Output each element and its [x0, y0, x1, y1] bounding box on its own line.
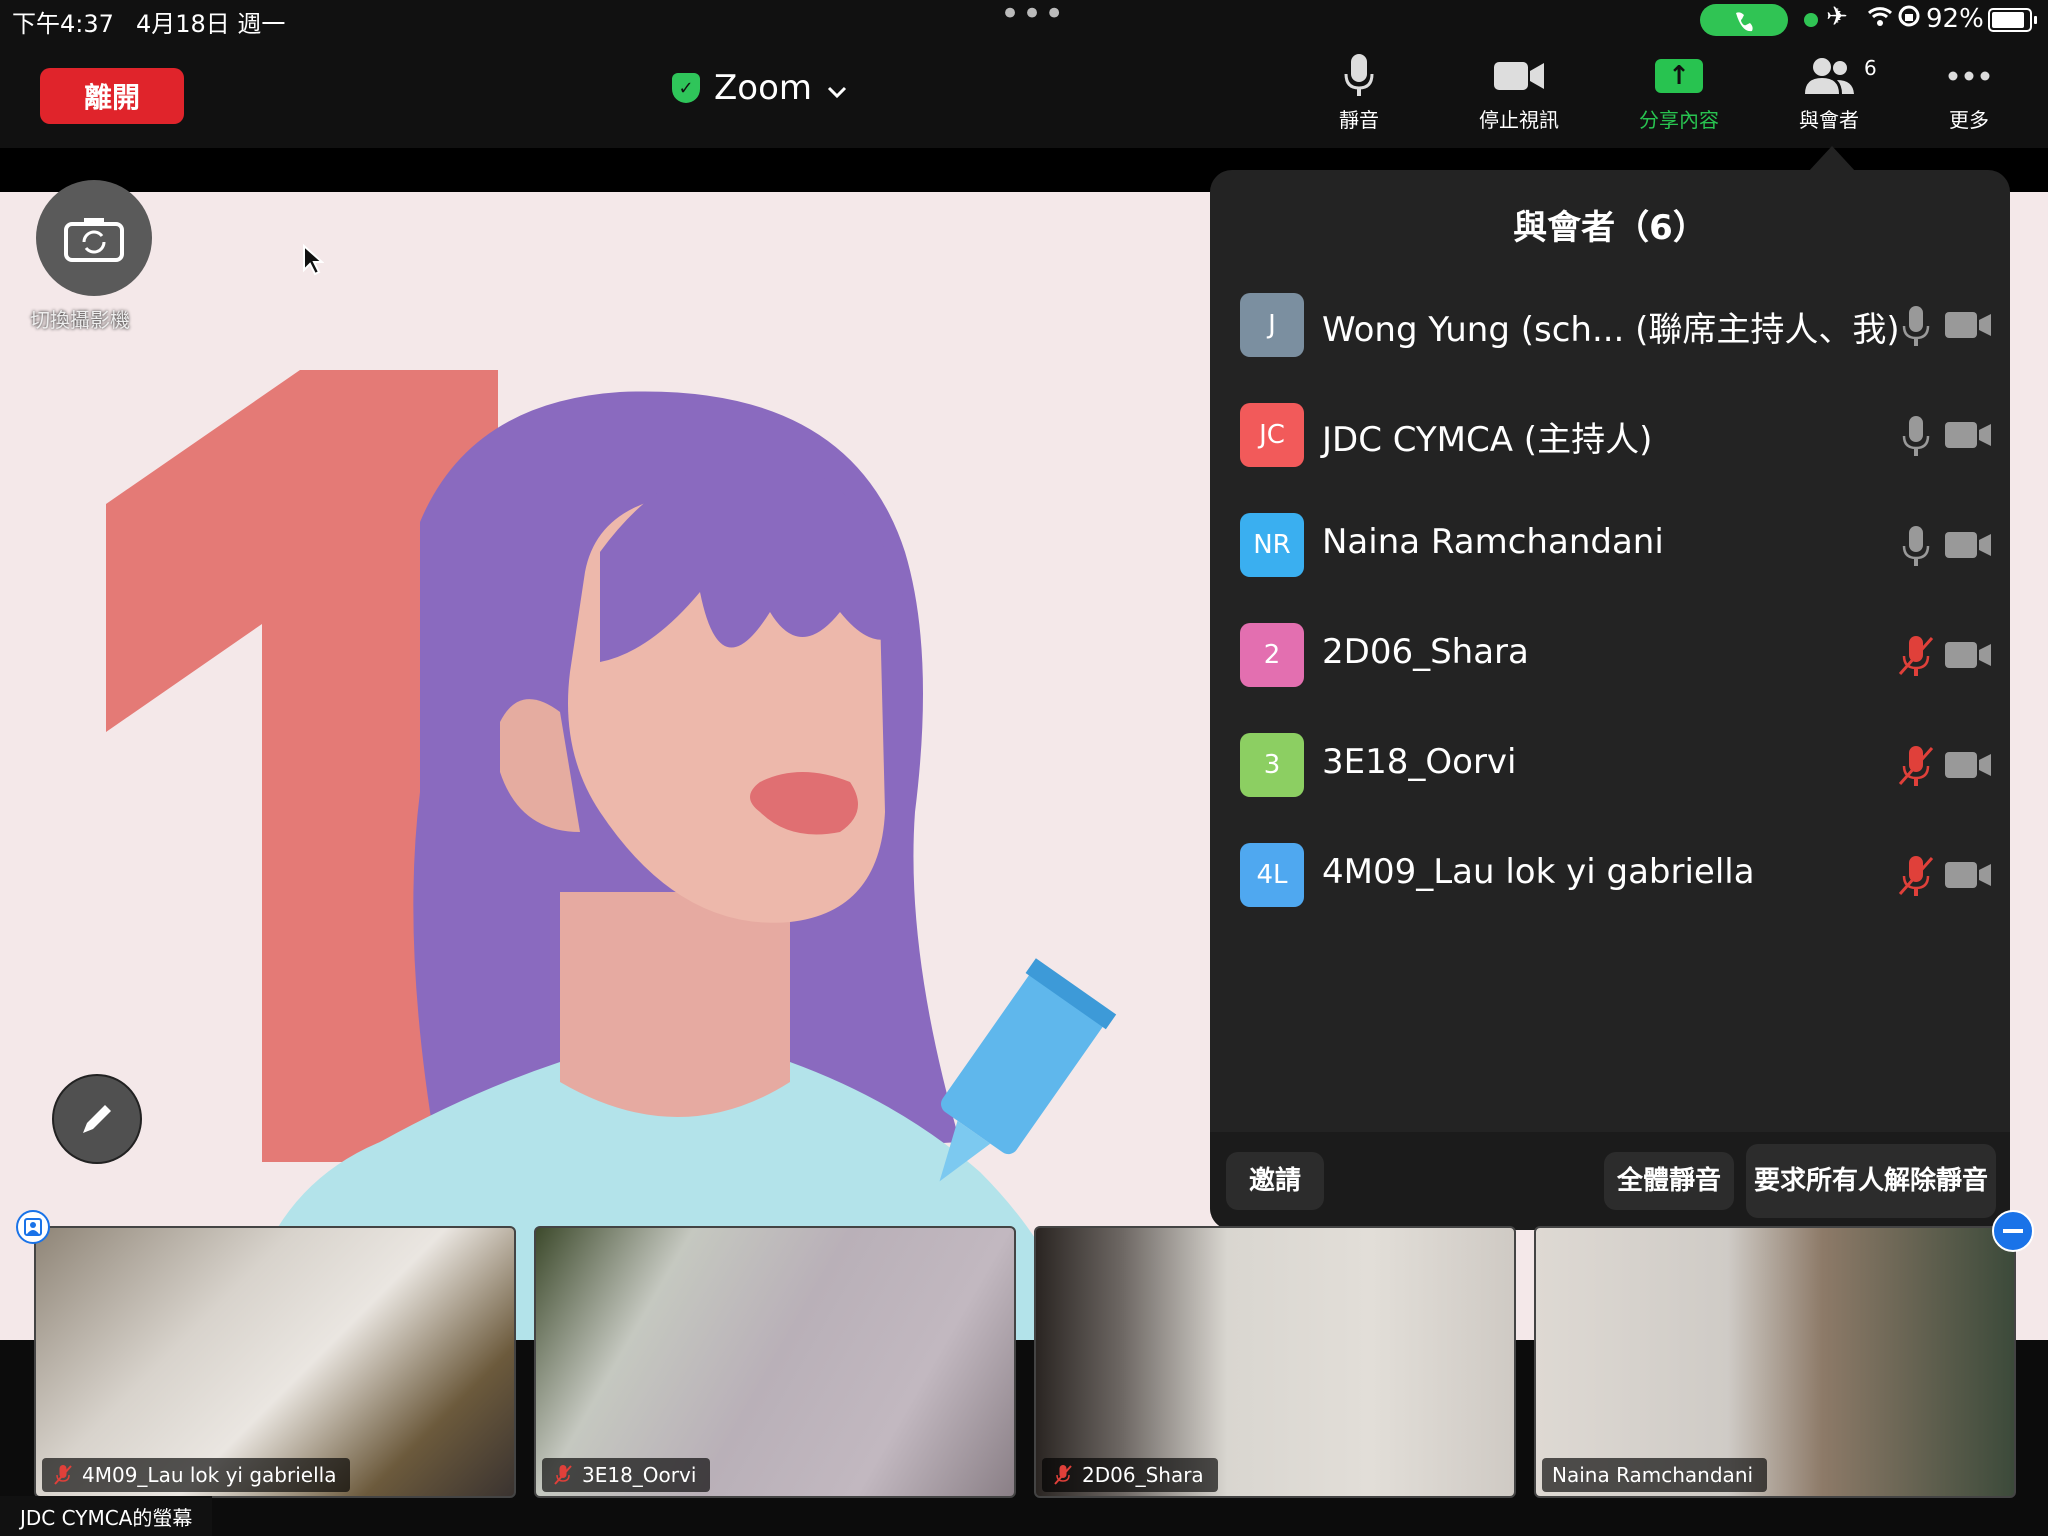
airplane-mode-icon: ✈: [1826, 2, 1848, 32]
pencil-icon: [83, 1105, 111, 1133]
video-tile-name-label: Naina Ramchandani: [1542, 1458, 1768, 1492]
encryption-shield-icon: ✓: [672, 73, 700, 103]
video-camera-icon[interactable]: [1944, 420, 1992, 450]
leave-button[interactable]: 離開: [40, 68, 184, 124]
battery-percentage: 92%: [1926, 4, 1984, 34]
avatar: 4L: [1240, 843, 1304, 907]
stop-video-button[interactable]: 停止視訊: [1454, 52, 1584, 132]
participants-panel: 與會者（6） J Wong Yung (sch... (聯席主持人、我) JC …: [1210, 170, 2010, 1230]
video-tile-name-label: 4M09_Lau lok yi gabriella: [42, 1458, 351, 1492]
microphone-icon[interactable]: [1894, 304, 1938, 348]
more-dots-icon: [1904, 52, 2034, 100]
video-camera-icon[interactable]: [1944, 750, 1992, 780]
status-date: 4月18日 週一: [136, 10, 286, 38]
share-content-button[interactable]: ↑ 分享內容: [1614, 52, 1744, 132]
video-camera-icon[interactable]: [1944, 530, 1992, 560]
video-tile-name: 4M09_Lau lok yi gabriella: [82, 1463, 337, 1487]
video-tile-name-label: 2D06_Shara: [1042, 1458, 1218, 1492]
orientation-lock-icon: [1896, 2, 1922, 37]
participant-name: Naina Ramchandani: [1322, 522, 1664, 562]
panel-caret: [1808, 146, 1856, 172]
avatar: JC: [1240, 403, 1304, 467]
panel-footer: 邀請 全體靜音 要求所有人解除靜音: [1210, 1132, 2010, 1230]
microphone-icon[interactable]: [1894, 524, 1938, 568]
participant-row[interactable]: 3 3E18_Oorvi: [1240, 730, 2000, 800]
switch-camera-label: 切換攝影機: [30, 308, 130, 332]
muted-microphone-icon[interactable]: [1894, 634, 1938, 678]
video-camera-icon[interactable]: [1944, 640, 1992, 670]
status-bar: 下午4:37 4月18日 週一 ••• ✈ 92%: [0, 0, 2048, 40]
mute-all-button[interactable]: 全體靜音: [1604, 1152, 1734, 1210]
muted-microphone-icon[interactable]: [1894, 854, 1938, 898]
camera-in-use-icon: [1804, 13, 1818, 27]
mouse-cursor-icon: [302, 243, 325, 280]
share-owner-label: JDC CYMCA的螢幕: [0, 1496, 213, 1536]
muted-microphone-icon: [554, 1465, 572, 1485]
participant-row[interactable]: 4L 4M09_Lau lok yi gabriella: [1240, 840, 2000, 910]
mute-button[interactable]: 靜音: [1294, 52, 1424, 132]
participants-count-badge: 6: [1864, 56, 1877, 80]
avatar: J: [1240, 293, 1304, 357]
participant-name: Wong Yung (sch... (聯席主持人、我): [1322, 310, 1900, 350]
ask-all-unmute-button[interactable]: 要求所有人解除靜音: [1746, 1144, 1996, 1218]
video-tile-name-label: 3E18_Oorvi: [542, 1458, 711, 1492]
minimize-strip-icon[interactable]: [1992, 1210, 2034, 1252]
stop-video-label: 停止視訊: [1479, 108, 1559, 132]
participant-name: 4M09_Lau lok yi gabriella: [1322, 852, 1755, 892]
wifi-icon: [1866, 2, 1894, 37]
participant-row[interactable]: JC JDC CYMCA (主持人): [1240, 400, 2000, 470]
chevron-down-icon: [826, 68, 848, 108]
switch-camera-button[interactable]: [36, 180, 152, 296]
participant-row[interactable]: 2 2D06_Shara: [1240, 620, 2000, 690]
invite-button[interactable]: 邀請: [1226, 1152, 1324, 1210]
annotate-button[interactable]: [52, 1074, 142, 1164]
video-camera-icon: [1454, 52, 1584, 100]
participant-name: JDC CYMCA (主持人): [1322, 420, 1653, 460]
participants-label: 與會者: [1799, 108, 1859, 132]
participant-row[interactable]: NR Naina Ramchandani: [1240, 510, 2000, 580]
video-tile[interactable]: Naina Ramchandani: [1534, 1226, 2016, 1498]
call-indicator-icon[interactable]: [1700, 4, 1788, 36]
share-arrow-icon: ↑: [1655, 59, 1703, 93]
video-camera-icon[interactable]: [1944, 860, 1992, 890]
video-tile[interactable]: 4M09_Lau lok yi gabriella: [34, 1226, 516, 1498]
microphone-icon: [1294, 52, 1424, 100]
status-time: 下午4:37: [12, 10, 114, 38]
video-tile-name: 2D06_Shara: [1082, 1463, 1204, 1487]
multitasking-dots-icon[interactable]: •••: [1000, 0, 1066, 34]
meeting-toolbar: 下午4:37 4月18日 週一 ••• ✈ 92% 離開 ✓ Zoom 靜音 停…: [0, 0, 2048, 148]
avatar: 3: [1240, 733, 1304, 797]
participant-row[interactable]: J Wong Yung (sch... (聯席主持人、我): [1240, 290, 2000, 360]
more-label: 更多: [1949, 108, 1989, 132]
meeting-info-dropdown[interactable]: ✓ Zoom: [672, 66, 848, 110]
mute-label: 靜音: [1339, 108, 1379, 132]
meeting-title: Zoom: [714, 68, 813, 108]
panel-title: 與會者（6）: [1513, 208, 1707, 248]
muted-microphone-icon: [54, 1465, 72, 1485]
avatar: NR: [1240, 513, 1304, 577]
more-button[interactable]: 更多: [1904, 52, 2034, 132]
battery-icon: [1988, 8, 2037, 32]
video-tile[interactable]: 2D06_Shara: [1034, 1226, 1516, 1498]
share-content-label: 分享內容: [1639, 108, 1719, 132]
muted-microphone-icon[interactable]: [1894, 744, 1938, 788]
video-tile-name: Naina Ramchandani: [1552, 1463, 1754, 1487]
video-camera-icon[interactable]: [1944, 310, 1992, 340]
pin-video-icon[interactable]: [16, 1210, 50, 1244]
microphone-icon[interactable]: [1894, 414, 1938, 458]
muted-microphone-icon: [1054, 1465, 1072, 1485]
avatar: 2: [1240, 623, 1304, 687]
video-tile-name: 3E18_Oorvi: [582, 1463, 697, 1487]
participant-name: 2D06_Shara: [1322, 632, 1529, 672]
participant-name: 3E18_Oorvi: [1322, 742, 1517, 782]
camera-switch-icon: [64, 218, 124, 262]
video-tile[interactable]: 3E18_Oorvi: [534, 1226, 1016, 1498]
